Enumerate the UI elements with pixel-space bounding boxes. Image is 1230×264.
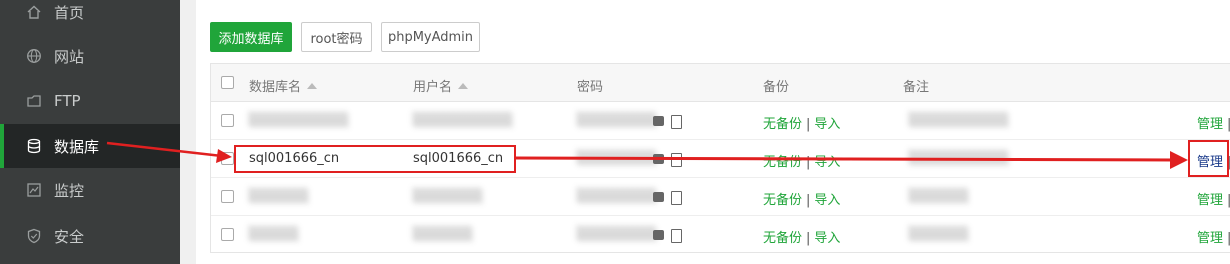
root-password-button[interactable]: root密码 — [301, 22, 372, 52]
database-name: ░░░░░░░░░░ — [249, 113, 349, 128]
database-note: ░░░░░░░░░░ — [909, 113, 1009, 128]
table-header: 数据库名 用户名 密码 备份 备注 — [211, 64, 1230, 102]
backup-link[interactable]: 无备份 — [763, 231, 802, 246]
database-user: ░░░░░░░ — [413, 189, 483, 204]
sidebar-item-label: 安全 — [54, 227, 85, 246]
sidebar-item-label: 首页 — [54, 3, 85, 22]
database-icon — [26, 138, 42, 154]
manage-link[interactable]: 管理 — [1197, 231, 1223, 246]
import-link[interactable]: 导入 — [814, 117, 840, 132]
sidebar-item-monitor[interactable]: 监控 — [0, 168, 180, 212]
phpmyadmin-button[interactable]: phpMyAdmin — [381, 22, 480, 52]
table-row: ░░░░░░░░░░ ░░░░░░░░░░ ░░░░░░░░ 无备份 | 导入 ░░… — [211, 102, 1230, 140]
show-password-icon[interactable] — [653, 230, 664, 240]
row-checkbox[interactable] — [221, 152, 234, 165]
sidebar-item-home[interactable]: 首页 — [0, 0, 180, 34]
database-name: ░░░░░░ — [249, 189, 309, 204]
column-header-name[interactable]: 数据库名 — [249, 76, 318, 95]
backup-link[interactable]: 无备份 — [763, 117, 802, 132]
copy-icon[interactable] — [671, 229, 682, 243]
column-header-user[interactable]: 用户名 — [413, 76, 469, 95]
sidebar: 首页 网站 FTP 数据库 监控 安全 — [0, 0, 180, 264]
database-user: ░░░░░░░░░░ — [413, 113, 513, 128]
database-password: ░░░░░░░░ — [577, 189, 657, 204]
show-password-icon[interactable] — [653, 116, 664, 126]
row-checkbox[interactable] — [221, 114, 234, 127]
import-link[interactable]: 导入 — [814, 155, 840, 170]
show-password-icon[interactable] — [653, 192, 664, 202]
row-checkbox[interactable] — [221, 228, 234, 241]
database-password: ░░░░░░░░ — [577, 151, 657, 166]
manage-link[interactable]: 管理 — [1197, 117, 1223, 132]
highlight-manage-box — [1188, 140, 1229, 177]
sort-asc-icon — [458, 83, 469, 89]
column-header-note: 备注 — [903, 80, 930, 95]
sidebar-item-label: 数据库 — [54, 137, 100, 156]
globe-icon — [26, 48, 42, 64]
copy-icon[interactable] — [671, 115, 682, 129]
sidebar-item-ftp[interactable]: FTP — [0, 79, 180, 123]
database-password: ░░░░░░░░ — [577, 227, 657, 242]
row-checkbox[interactable] — [221, 190, 234, 203]
copy-icon[interactable] — [671, 191, 682, 205]
backup-link[interactable]: 无备份 — [763, 155, 802, 170]
sidebar-item-label: FTP — [54, 92, 81, 110]
sidebar-item-database[interactable]: 数据库 — [0, 124, 180, 168]
ftp-icon — [26, 93, 42, 109]
table-row: ░░░░░░ ░░░░░░░ ░░░░░░░░ 无备份 | 导入 ░░░░░░ 管理… — [211, 178, 1230, 216]
sidebar-item-security[interactable]: 安全 — [0, 214, 180, 258]
copy-icon[interactable] — [671, 153, 682, 167]
column-header-backup: 备份 — [763, 80, 790, 95]
sidebar-item-website[interactable]: 网站 — [0, 34, 180, 78]
backup-link[interactable]: 无备份 — [763, 193, 802, 208]
database-note: ░░░░░░░░░░ — [909, 151, 1009, 166]
database-user: ░░░░░░ — [413, 227, 473, 242]
sort-asc-icon — [307, 83, 318, 89]
import-link[interactable]: 导入 — [814, 193, 840, 208]
highlight-row-box — [234, 145, 516, 173]
database-name: ░░░░░ — [249, 227, 299, 242]
column-header-password: 密码 — [577, 80, 604, 95]
database-note: ░░░░░░ — [909, 227, 969, 242]
database-panel: 添加数据库 root密码 phpMyAdmin 数据库名 用户名 密码 备份 备… — [196, 0, 1230, 264]
database-password: ░░░░░░░░ — [577, 113, 657, 128]
table-row: ░░░░░ ░░░░░░ ░░░░░░░░ 无备份 | 导入 ░░░░░░ 管理 | — [211, 216, 1230, 254]
add-database-button[interactable]: 添加数据库 — [210, 22, 292, 52]
sidebar-item-label: 网站 — [54, 47, 85, 66]
home-icon — [26, 4, 42, 20]
monitor-icon — [26, 182, 42, 198]
database-note: ░░░░░░ — [909, 189, 969, 204]
import-link[interactable]: 导入 — [814, 231, 840, 246]
shield-icon — [26, 228, 42, 244]
show-password-icon[interactable] — [653, 154, 664, 164]
sidebar-item-label: 监控 — [54, 181, 85, 200]
manage-link[interactable]: 管理 — [1197, 193, 1223, 208]
select-all-checkbox[interactable] — [221, 76, 234, 89]
